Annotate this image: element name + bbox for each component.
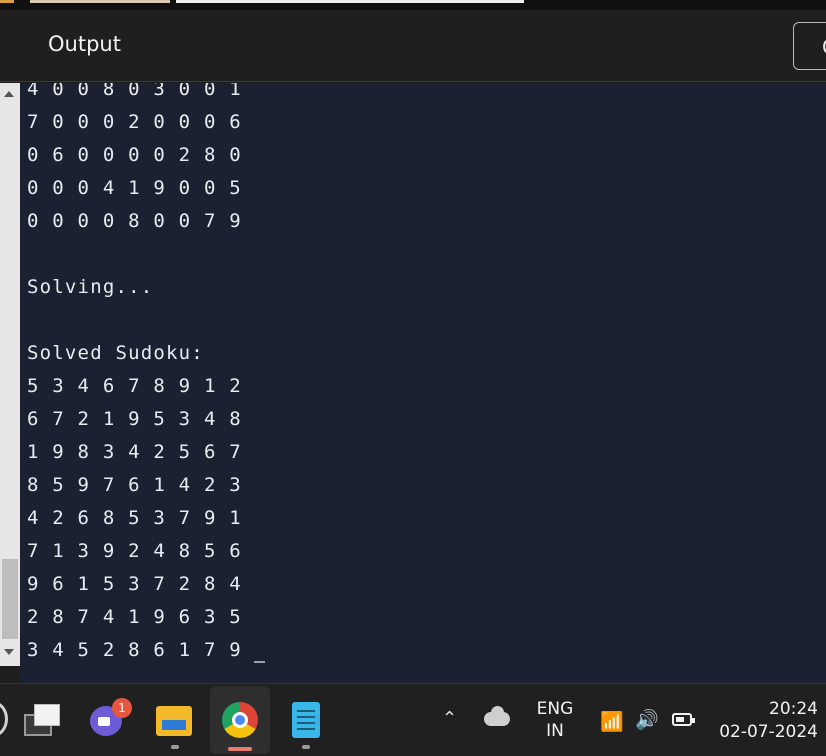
notification-badge: 1 — [112, 698, 132, 718]
console-line: 3 4 5 2 8 6 1 7 9 — [27, 639, 242, 661]
scroll-down-arrow-icon[interactable] — [4, 649, 14, 655]
top-edge-segment — [176, 0, 524, 3]
console-line: 7 0 0 0 2 0 0 0 6 — [27, 111, 242, 133]
volume-icon[interactable]: 🔊 — [635, 708, 659, 731]
notepad-icon[interactable] — [288, 684, 328, 756]
running-indicator — [302, 745, 310, 749]
notepad-pad — [292, 702, 320, 738]
console-line: 6 7 2 1 9 5 3 4 8 — [27, 408, 242, 430]
show-hidden-icons-chevron-icon[interactable]: ⌃ — [442, 708, 457, 729]
language-code: ENG — [536, 699, 574, 719]
wifi-icon[interactable]: 📶 — [600, 710, 624, 733]
battery-level — [676, 717, 684, 722]
clock-time: 20:24 — [769, 699, 818, 719]
scrollbar-thumb[interactable] — [2, 559, 18, 639]
console-line: 4 2 6 8 5 3 7 9 1 — [27, 507, 242, 529]
console-line: 4 0 0 8 0 3 0 0 1 — [27, 83, 242, 100]
notepad-line — [297, 710, 315, 712]
console-line: 8 5 9 7 6 1 4 2 3 — [27, 474, 242, 496]
panel-title: Output — [48, 32, 121, 56]
console-lines: 4 0 0 8 0 3 0 0 1 7 0 0 0 2 0 0 0 6 0 6 … — [27, 83, 242, 667]
system-clock[interactable]: 20:24 02-07-2024 — [708, 698, 818, 744]
window-top-edge — [0, 0, 826, 10]
task-view-icon[interactable] — [24, 684, 64, 756]
taskbar: 1 ⌃ ENG IN 📶 🔊 20:24 02-07-2024 — [0, 683, 826, 756]
text-cursor — [254, 661, 265, 663]
language-indicator[interactable]: ENG IN — [530, 698, 580, 742]
notepad-line — [297, 716, 315, 718]
task-view-front-window — [34, 704, 60, 726]
console-line: 9 6 1 5 3 7 2 8 4 — [27, 573, 242, 595]
clear-button[interactable]: C — [793, 22, 826, 70]
console-line: 0 0 0 0 8 0 0 7 9 — [27, 210, 242, 232]
chat-icon[interactable]: 1 — [88, 684, 132, 756]
file-explorer-icon[interactable] — [154, 684, 196, 756]
vertical-scrollbar[interactable] — [0, 83, 20, 666]
chrome-icon[interactable] — [210, 686, 270, 754]
notepad-line — [297, 728, 315, 730]
region-code: IN — [546, 721, 564, 741]
clock-date: 02-07-2024 — [719, 722, 818, 742]
clear-button-label: C — [822, 35, 826, 59]
console-line: 0 0 0 4 1 9 0 0 5 — [27, 177, 242, 199]
console-output[interactable]: 4 0 0 8 0 3 0 0 1 7 0 0 0 2 0 0 0 6 0 6 … — [20, 83, 826, 683]
console-line: 0 6 0 0 0 0 2 8 0 — [27, 144, 242, 166]
console-line: 1 9 8 3 4 2 5 6 7 — [27, 441, 242, 463]
console-line: 2 8 7 4 1 9 6 3 5 — [27, 606, 242, 628]
output-panel-header: Output C — [0, 10, 826, 82]
chrome-center — [232, 712, 248, 728]
battery-icon[interactable] — [672, 713, 695, 726]
top-edge-segment — [30, 0, 170, 3]
scroll-up-arrow-icon[interactable] — [4, 91, 14, 97]
battery-nub — [692, 718, 695, 723]
running-indicator — [171, 745, 179, 749]
notepad-line — [297, 722, 315, 724]
active-indicator — [228, 747, 252, 751]
folder-stripe — [162, 720, 186, 730]
console-line: 5 3 4 6 7 8 9 1 2 — [27, 375, 242, 397]
onedrive-cloud-icon[interactable] — [484, 706, 510, 726]
console-line: 7 1 3 9 2 4 8 5 6 — [27, 540, 242, 562]
console-line: Solved Sudoku: — [27, 342, 204, 364]
top-edge-segment — [0, 0, 14, 3]
console-line: Solving... — [27, 276, 154, 298]
chat-camera-glyph — [98, 717, 110, 726]
search-icon[interactable] — [0, 701, 8, 737]
